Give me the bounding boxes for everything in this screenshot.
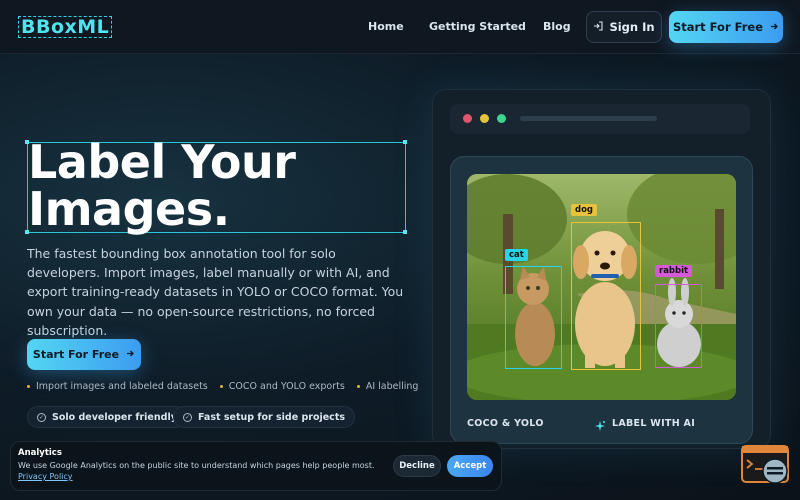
start-free-nav-button[interactable]: Start For Free: [669, 11, 783, 43]
logo[interactable]: BBoxML: [18, 16, 113, 38]
hero-title-line1: Label Your: [28, 135, 296, 189]
arrow-right-icon: [126, 348, 135, 361]
window-close-dot: [463, 114, 472, 123]
bbox-label-cat: cat: [505, 249, 528, 261]
bbox-cat: [505, 266, 562, 369]
sign-in-icon: [593, 20, 603, 34]
bbox-rabbit: [655, 284, 702, 368]
chip-solo-developer: ✓ Solo developer friendly: [27, 406, 187, 428]
hero-title: Label Your Images.: [28, 139, 408, 233]
sparkle-icon: [594, 417, 606, 436]
cookie-accept-button[interactable]: Accept: [447, 455, 493, 477]
window-minimize-dot: [480, 114, 489, 123]
hero-description: The fastest bounding box annotation tool…: [27, 246, 404, 338]
feature-coco-yolo: COCO & YOLO: [467, 418, 544, 429]
nav-link-blog[interactable]: Blog: [543, 20, 571, 33]
sign-in-button[interactable]: Sign In: [586, 11, 662, 43]
bullet-text: Import images and labeled datasets: [36, 381, 208, 392]
feature-bullets: Import images and labeled datasets COCO …: [27, 381, 418, 392]
hero-title-line2: Images.: [28, 182, 230, 236]
annotated-pets-image: cat dog rabbit: [467, 174, 736, 400]
chip-fast-setup: ✓ Fast setup for side projects: [173, 406, 356, 428]
bullet-text: AI labelling: [365, 381, 419, 392]
chip-label: Solo developer friendly: [52, 411, 177, 423]
start-free-hero-button[interactable]: Start For Free: [27, 339, 141, 370]
bbox-label-dog: dog: [571, 204, 598, 216]
bullet-dot-icon: [219, 385, 223, 388]
start-free-nav-label: Start For Free: [672, 20, 764, 34]
window-maximize-dot: [497, 114, 506, 123]
check-circle-icon: ✓: [183, 412, 192, 422]
cookie-decline-button[interactable]: Decline: [393, 455, 441, 477]
bullet-dot-icon: [356, 385, 360, 388]
chat-widget-icon[interactable]: [741, 445, 789, 486]
start-free-hero-label: Start For Free: [32, 348, 120, 361]
nav-link-home[interactable]: Home: [368, 20, 404, 33]
bullet-text: COCO and YOLO exports: [228, 381, 345, 392]
nav-link-getting-started[interactable]: Getting Started: [429, 20, 526, 33]
feature-label-with-ai: LABEL WITH AI: [612, 418, 696, 429]
cookie-title: Analytics: [18, 448, 62, 458]
mockup-url-bar: [520, 116, 657, 121]
privacy-policy-link[interactable]: Privacy Policy: [18, 472, 73, 481]
feature-bullet: AI labelling: [356, 381, 419, 392]
sign-in-label: Sign In: [609, 20, 655, 34]
feature-bullet: COCO and YOLO exports: [219, 381, 345, 392]
chip-label: Fast setup for side projects: [198, 411, 346, 423]
arrow-right-icon: [770, 20, 779, 34]
check-circle-icon: ✓: [37, 412, 46, 422]
bbox-dog: [571, 222, 641, 370]
bullet-dot-icon: [27, 385, 30, 388]
feature-bullet: Import images and labeled datasets: [27, 381, 208, 392]
cookie-text: We use Google Analytics on the public si…: [18, 461, 375, 470]
bbox-label-rabbit: rabbit: [655, 265, 693, 277]
